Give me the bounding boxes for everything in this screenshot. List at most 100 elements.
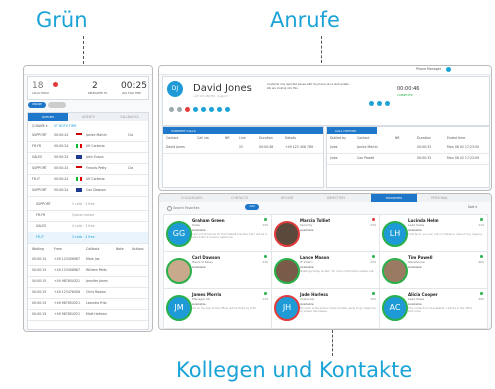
- caller-sub: +49 123 456789 · Support: [193, 95, 228, 98]
- tab-favorites[interactable]: FAVORITES: [371, 194, 417, 202]
- queue-agent: Ulf Cortesio: [86, 177, 105, 181]
- callout-calls: Anrufe: [270, 8, 340, 32]
- group-name: SALES: [36, 224, 47, 228]
- wait-callback: Chris Rowan: [86, 290, 106, 294]
- contact-title: Customer: [300, 297, 315, 301]
- status-icon: [372, 218, 375, 221]
- call-actions: [169, 105, 329, 115]
- table-row[interactable]: David Jones 22 00:00:46 +49 123 456 789: [163, 142, 323, 154]
- mute-icon[interactable]: [169, 107, 174, 112]
- wait-callback: Mark Jos: [86, 257, 100, 261]
- callout-green: Grün: [36, 8, 88, 32]
- col-duration: Duration: [259, 136, 273, 140]
- row-dialled: Jules: [330, 156, 338, 160]
- wait-from: +49 123478456: [54, 290, 80, 294]
- transfer-icon[interactable]: [193, 107, 198, 112]
- tab-recent[interactable]: RECENT: [281, 196, 294, 200]
- group-info: 3 calls · 2 free: [72, 202, 95, 206]
- contact-card[interactable]: Carl Dawson Head of Sales 330 Available: [163, 251, 272, 292]
- call-panel: Phone Manager DJ David Jones +49 123 456…: [158, 65, 492, 191]
- hold-icon[interactable]: [177, 107, 182, 112]
- wait-from: +49 123456987: [54, 257, 80, 261]
- contacts-grid: GG Graham Green Sales 145 Available I am out …: [163, 214, 488, 329]
- row-line: 22: [239, 145, 244, 149]
- sort-dropdown[interactable]: Sort ▾: [468, 205, 477, 209]
- tab-queues[interactable]: QUEUES: [28, 113, 68, 121]
- avatar: JH: [274, 295, 300, 321]
- status-icon: [480, 218, 483, 221]
- tab-callbacks[interactable]: CALLBACKS: [120, 115, 139, 119]
- contact-title: Sales: [192, 223, 200, 227]
- col-callvia: Call via: [197, 136, 209, 140]
- call-topbar: Phone Manager: [159, 66, 491, 75]
- wait-callback: William Petts: [86, 268, 107, 272]
- add-chip[interactable]: Add: [245, 204, 259, 210]
- left-panel: 18 CALLS TODAY 2 DELEGATED TO 00:25 AVG …: [23, 65, 153, 332]
- contact-card[interactable]: AC Alicia Cooper Lead Sales 300 Available Thi…: [379, 288, 488, 329]
- col-ended: Ended time: [447, 136, 466, 140]
- tab-directory[interactable]: DIRECTORY: [327, 196, 345, 200]
- queue-extra: Cia: [128, 166, 134, 170]
- hangup-icon[interactable]: [185, 107, 190, 112]
- accept-icon[interactable]: [369, 101, 374, 106]
- wait-time: 00:00:15: [32, 301, 47, 305]
- current-calls-title: CURRENT CALLS: [171, 129, 196, 133]
- contact-card[interactable]: JM James Morris Manager UK 110 Available I'm …: [163, 288, 272, 329]
- contact-availability: Available: [192, 265, 206, 269]
- note-icon[interactable]: [225, 107, 230, 112]
- contact-note: I will be in, you can call on mobile in …: [408, 233, 483, 236]
- tabs-bar: QUEUES AGENTS CALLBACKS: [28, 113, 148, 121]
- status-icon: [264, 292, 267, 295]
- contact-card[interactable]: JH Jade Harless Customer 320 Available My wor…: [271, 288, 380, 329]
- hold-call-icon[interactable]: [385, 101, 390, 106]
- avatar: [274, 258, 300, 284]
- contact-card[interactable]: Marcia Tolliet Security 230 Available: [271, 214, 380, 255]
- topbar-label: Phone Manager: [416, 67, 441, 71]
- tab-personal[interactable]: PERSONAL: [431, 196, 448, 200]
- group-item[interactable]: FR-IT 3 calls · 2 free: [28, 232, 148, 244]
- status-toggle[interactable]: ONLINE: [28, 102, 46, 108]
- conference-icon[interactable]: [201, 107, 206, 112]
- table-row[interactable]: SUPPORT 00:00:24 Con Dawson: [28, 185, 148, 197]
- keypad-icon[interactable]: [209, 107, 214, 112]
- contacts-panel: COLLEAGUES CONTACTS RECENT DIRECTORY FAV…: [158, 193, 492, 330]
- flag-icon: [76, 177, 82, 181]
- contact-card[interactable]: LH Lucinda Helm Lead Sales 110 Available I wi…: [379, 214, 488, 255]
- group-info: 3 calls · 2 free: [72, 235, 95, 239]
- tab-colleagues[interactable]: COLLEAGUES: [181, 196, 202, 200]
- forward-icon[interactable]: [377, 101, 382, 106]
- row-duration: 00:00:32: [417, 145, 432, 149]
- current-calls-table: CURRENT CALLS Contact Call via NR Line D…: [162, 126, 324, 188]
- contact-extension: 400: [478, 260, 484, 264]
- status-toggle-label: ONLINE: [32, 103, 42, 106]
- avatar-initials: GG: [172, 229, 186, 238]
- contact-extension: 320: [370, 297, 376, 301]
- stats-box: 18 CALLS TODAY 2 DELEGATED TO 00:25 AVG …: [27, 76, 149, 100]
- table-row[interactable]: 00:00:15 +49 987654321 Matt Hofman: [28, 309, 148, 321]
- tab-contacts[interactable]: CONTACTS: [231, 196, 248, 200]
- row-details: +49 123 456 789: [285, 145, 314, 149]
- contact-extension: 145: [262, 223, 268, 227]
- queue-name: SUPPORT: [32, 133, 47, 137]
- off-toggle[interactable]: [48, 102, 66, 108]
- queue-time: 00:00:24: [54, 177, 69, 181]
- avatar: LH: [382, 221, 408, 247]
- flag-icon: [76, 166, 82, 170]
- row-contact: Janice Martin: [357, 145, 378, 149]
- queue-header-name[interactable]: Q NAME ▾: [32, 124, 47, 128]
- avatar-initials: JH: [282, 303, 292, 312]
- user-avatar-icon[interactable]: [446, 67, 451, 72]
- queue-time: 00:00:24: [54, 188, 69, 192]
- record-call-icon[interactable]: [217, 107, 222, 112]
- contact-extension: 330: [262, 260, 268, 264]
- contact-card[interactable]: Tim Powell Warehouse 400 Available: [379, 251, 488, 292]
- contact-title: Security: [300, 223, 313, 227]
- group-name: SUPPORT: [36, 202, 51, 206]
- search-input[interactable]: [173, 204, 233, 211]
- table-row[interactable]: Jules Con Powell 00:00:32 Mon 08 02 17:2…: [327, 153, 489, 165]
- tab-agents[interactable]: AGENTS: [82, 115, 95, 119]
- contact-card[interactable]: GG Graham Green Sales 145 Available I am out …: [163, 214, 272, 255]
- contact-card[interactable]: Lance Mason IT Intern 220 Available Meetings…: [271, 251, 380, 292]
- queue-header-time[interactable]: ST NOTE TIME: [54, 124, 77, 128]
- header-from: From: [54, 247, 62, 251]
